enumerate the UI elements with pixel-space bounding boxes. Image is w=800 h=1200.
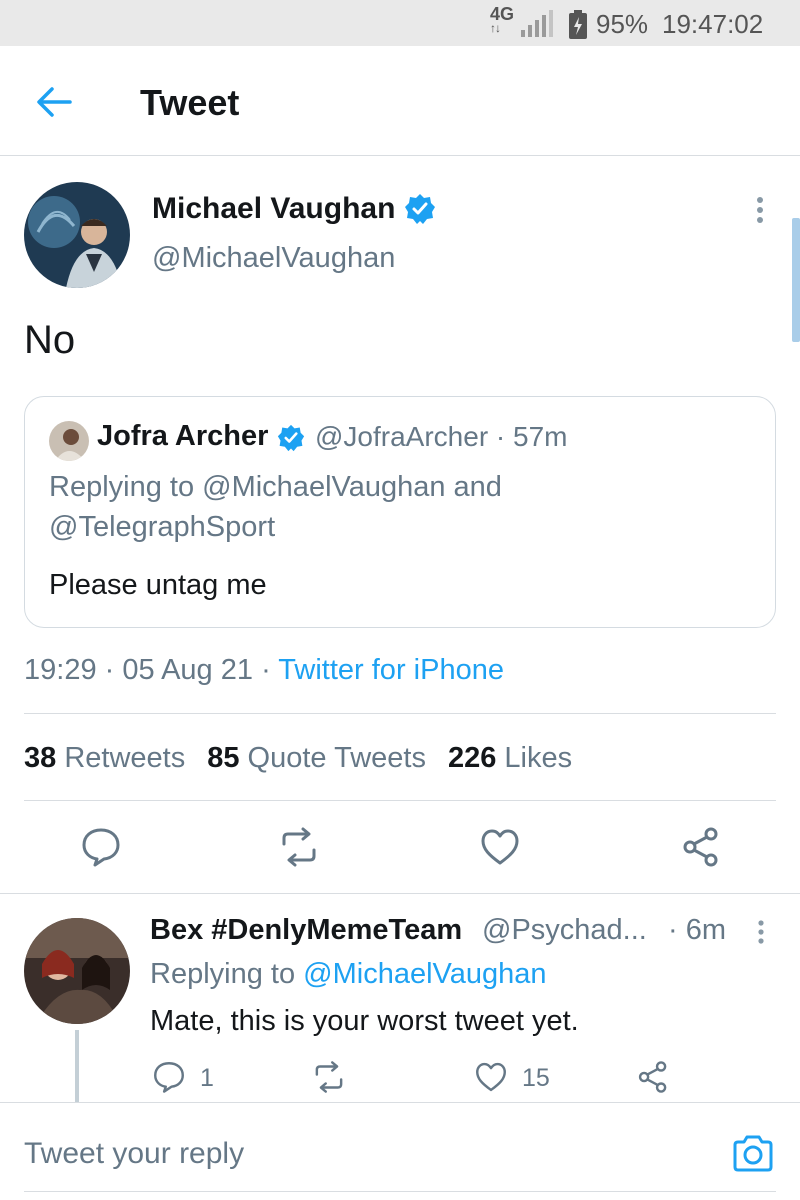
top-app-bar: Tweet (0, 46, 800, 156)
divider (24, 713, 776, 714)
network-indicator: 4G ↑↓ (490, 5, 514, 34)
quoted-author-meta: @JofraArcher · 57m (315, 421, 568, 453)
retweets-label: Retweets (64, 742, 186, 774)
reply-author-handle[interactable]: @Psychad... (482, 914, 647, 947)
tweet-date: 05 Aug 21 (122, 654, 254, 686)
tweet-text: No (24, 318, 76, 362)
quote-tweets-count: 85 (207, 742, 240, 774)
reply-input[interactable]: Tweet your reply (24, 1137, 244, 1171)
tweet-source-link[interactable]: Twitter for iPhone (278, 654, 504, 686)
quoted-replying-line-2: @TelegraphSport (49, 511, 276, 543)
retweets-stat[interactable]: 38 Retweets (24, 742, 185, 774)
clock: 19:47:02 (662, 9, 764, 39)
retweets-count: 38 (24, 742, 57, 774)
signal-icon (521, 10, 553, 37)
quoted-author-avatar (49, 421, 89, 461)
share-icon[interactable] (680, 826, 722, 868)
quoted-replying-line-1: Replying to @MichaelVaughan and (49, 471, 502, 503)
battery-icon (569, 10, 587, 39)
quote-tweets-stat[interactable]: 85 Quote Tweets (207, 742, 426, 774)
reply-replying-to: Replying to @MichaelVaughan (150, 958, 546, 991)
quoted-tweet-card[interactable]: Jofra Archer @JofraArcher · 57m Replying… (24, 396, 776, 628)
battery-percent: 95% (596, 9, 649, 39)
page-title: Tweet (140, 82, 240, 123)
divider (24, 800, 776, 801)
like-icon[interactable] (479, 826, 521, 868)
like-icon[interactable] (474, 1060, 508, 1094)
reply-icon[interactable] (80, 826, 122, 868)
camera-icon[interactable] (730, 1131, 776, 1177)
divider (0, 893, 800, 894)
more-vertical-icon[interactable] (752, 916, 770, 948)
reply-author-name[interactable]: Bex #DenlyMemeTeam (150, 914, 462, 947)
reply-text: Mate, this is your worst tweet yet. (150, 1005, 579, 1037)
composer-underline (24, 1191, 776, 1192)
meta-separator: · (104, 654, 115, 686)
thread-line (75, 1030, 79, 1102)
more-vertical-icon[interactable] (748, 192, 772, 228)
like-count: 15 (522, 1064, 550, 1092)
likes-count: 226 (447, 742, 497, 774)
quote-tweets-label: Quote Tweets (247, 742, 426, 774)
reply-icon[interactable] (152, 1060, 186, 1094)
replying-mention[interactable]: @MichaelVaughan (303, 958, 546, 990)
quoted-replying-to: Replying to @MichaelVaughan and @Telegra… (49, 467, 609, 547)
tweet-time: 19:29 (24, 654, 97, 686)
reply-count: 1 (200, 1064, 214, 1092)
quoted-tweet-text: Please untag me (49, 569, 267, 601)
reply-author-avatar[interactable] (24, 918, 130, 1024)
verified-badge-icon (405, 194, 435, 224)
scrollbar-thumb[interactable] (792, 218, 800, 342)
arrow-left-icon[interactable] (32, 80, 76, 124)
verified-badge-icon (277, 424, 305, 452)
author-avatar[interactable] (24, 182, 130, 288)
replying-prefix: Replying to (150, 958, 296, 990)
reply-time: · 6m (668, 914, 726, 946)
quoted-author-handle: @JofraArcher (315, 421, 489, 452)
likes-label: Likes (504, 742, 573, 774)
retweet-icon[interactable] (312, 1060, 346, 1094)
tweet-timestamp: 19:29 · 05 Aug 21 · Twitter for iPhone (24, 654, 504, 687)
quoted-time: 57m (513, 421, 568, 452)
share-icon[interactable] (636, 1060, 670, 1094)
likes-stat[interactable]: 226 Likes (448, 742, 572, 774)
author-name[interactable]: Michael Vaughan (152, 192, 395, 226)
author-handle[interactable]: @MichaelVaughan (152, 242, 395, 275)
status-bar: 4G ↑↓ 95% 19:47:02 (0, 0, 800, 46)
meta-separator: · (261, 654, 271, 686)
tweet-stats: 38 Retweets 85 Quote Tweets 226 Likes (24, 742, 572, 775)
retweet-icon[interactable] (278, 826, 320, 868)
quoted-author-name: Jofra Archer (97, 420, 269, 452)
meta-separator: · (495, 421, 506, 452)
reply-composer: Tweet your reply (0, 1102, 800, 1200)
